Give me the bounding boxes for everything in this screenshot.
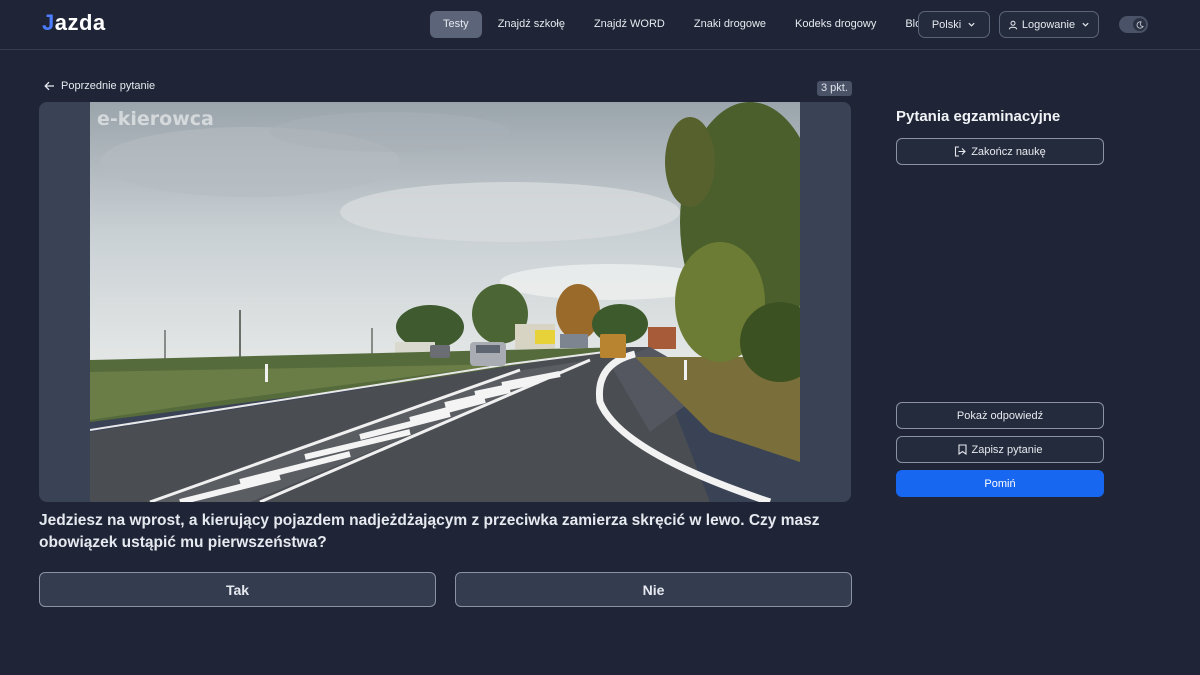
end-learning-label: Zakończ naukę: [971, 145, 1046, 158]
points-badge: 3 pkt.: [817, 81, 852, 96]
nav-znajdz-szkole[interactable]: Znajdź szkołę: [485, 11, 578, 38]
previous-question-link[interactable]: Poprzednie pytanie: [44, 80, 155, 92]
nav-znaki-drogowe[interactable]: Znaki drogowe: [681, 11, 779, 38]
theme-toggle[interactable]: [1119, 16, 1148, 33]
nav-kodeks-drogowy[interactable]: Kodeks drogowy: [782, 11, 889, 38]
skip-button[interactable]: Pomiń: [896, 470, 1104, 497]
save-question-label: Zapisz pytanie: [971, 443, 1043, 456]
logo-text: azda: [54, 10, 106, 35]
logo-letter: J: [42, 10, 55, 35]
question-text: Jedziesz na wprost, a kierujący pojazdem…: [39, 512, 820, 551]
nav-testy[interactable]: Testy: [430, 11, 482, 38]
moon-icon: [1133, 18, 1146, 31]
show-answer-button[interactable]: Pokaż odpowiedź: [896, 402, 1104, 429]
road-scene-image: e-kierowca: [90, 102, 800, 502]
main-nav: Testy Znajdź szkołę Znajdź WORD Znaki dr…: [430, 11, 943, 38]
logo[interactable]: Jazda: [42, 10, 106, 36]
end-learning-button[interactable]: Zakończ naukę: [896, 138, 1104, 165]
logout-icon: [955, 146, 966, 157]
sidebar-title: Pytania egzaminacyjne: [896, 108, 1061, 125]
nav-znajdz-word[interactable]: Znajdź WORD: [581, 11, 678, 38]
chevron-down-icon: [968, 22, 975, 27]
bookmark-icon: [957, 444, 967, 455]
watermark-text: e-kierowca: [97, 108, 214, 130]
answer-yes-button[interactable]: Tak: [39, 572, 436, 607]
login-button[interactable]: Logowanie: [999, 11, 1099, 38]
login-label: Logowanie: [1021, 18, 1076, 31]
top-navbar: Jazda Testy Znajdź szkołę Znajdź WORD Zn…: [0, 0, 1200, 50]
arrow-left-icon: [44, 81, 54, 91]
user-icon: [1008, 20, 1018, 29]
question-media: e-kierowca: [39, 102, 851, 502]
language-label: Polski: [931, 18, 962, 31]
answer-no-button[interactable]: Nie: [455, 572, 852, 607]
language-select[interactable]: Polski: [918, 11, 990, 38]
save-question-button[interactable]: Zapisz pytanie: [896, 436, 1104, 463]
previous-question-label: Poprzednie pytanie: [61, 80, 156, 92]
chevron-down-icon: [1082, 22, 1089, 27]
